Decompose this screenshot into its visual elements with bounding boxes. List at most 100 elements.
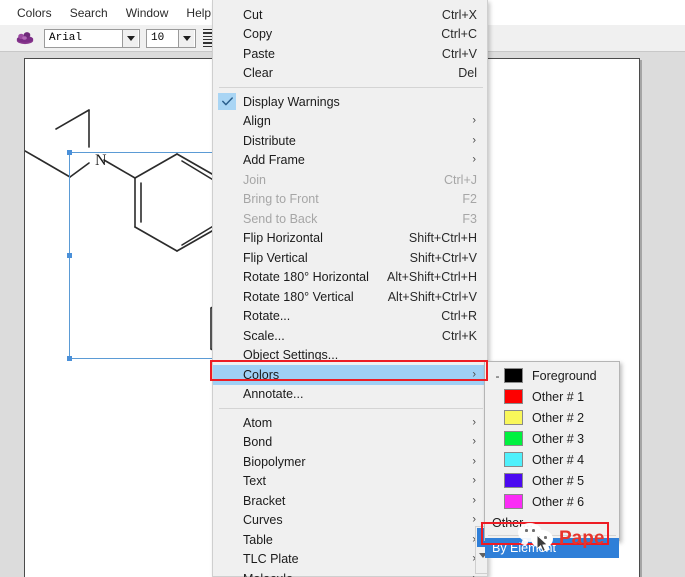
colors-submenu[interactable]: - Foreground Other # 1 Other # 2 Other #… [484, 361, 620, 558]
menu-item-label: Molecule [243, 572, 477, 577]
chevron-right-icon: › [472, 513, 476, 526]
color-item-other-1[interactable]: Other # 1 [485, 386, 619, 407]
menu-item-shortcut: Ctrl+V [441, 46, 477, 61]
chevron-right-icon: › [472, 114, 476, 127]
color-item-other-5[interactable]: Other # 5 [485, 470, 619, 491]
menu-item-label: Add Frame [243, 153, 305, 168]
menu-item-shortcut: Ctrl+X [441, 7, 477, 22]
color-item-other-custom[interactable]: Other... [485, 512, 619, 533]
menu-item-label: Flip Vertical [243, 250, 308, 265]
menu-item-table[interactable]: Table › [213, 530, 487, 550]
font-size-combobox[interactable]: 10 [146, 28, 196, 48]
menu-item-rotate[interactable]: Rotate... Ctrl+R [213, 307, 487, 327]
font-size-value: 10 [151, 32, 165, 44]
menu-item-align[interactable]: Align › [213, 112, 487, 132]
menubar-item-search[interactable]: Search [61, 4, 117, 22]
chevron-down-icon[interactable] [178, 29, 194, 47]
chevron-right-icon: › [472, 368, 476, 381]
color-item-other-3[interactable]: Other # 3 [485, 428, 619, 449]
application-window: Colors Search Window Help Arial 10 N Cut… [0, 0, 685, 577]
chevron-right-icon: › [472, 474, 476, 487]
color-swatch-other-2 [504, 410, 523, 425]
menu-item-label: Bond [243, 435, 273, 450]
menu-item-label: Rotate 180° Horizontal [243, 270, 369, 285]
menu-item-flip-vertical[interactable]: Flip Vertical Shift+Ctrl+V [213, 248, 487, 268]
color-swatch-other-5 [504, 473, 523, 488]
font-family-value: Arial [49, 32, 83, 44]
check-icon [218, 93, 236, 110]
context-menu[interactable]: Cut Ctrl+X Copy Ctrl+C Paste Ctrl+V Clea… [212, 0, 488, 577]
chevron-down-icon[interactable] [122, 29, 138, 47]
menu-item-label: Text [243, 474, 266, 489]
atom-label-n: N [95, 152, 107, 169]
chevron-right-icon: › [472, 153, 476, 166]
color-swatch-other-3 [504, 431, 523, 446]
menu-item-shortcut: Shift+Ctrl+H [408, 231, 477, 246]
menu-item-label: Distribute [243, 133, 296, 148]
menu-item-label: Bracket [243, 493, 286, 508]
menu-item-rotate-180-vertical[interactable]: Rotate 180° Vertical Alt+Shift+Ctrl+V [213, 287, 487, 307]
menu-item-text[interactable]: Text › [213, 472, 487, 492]
menu-item-label: Paste [243, 46, 275, 61]
color-item-label: By Element [492, 541, 556, 555]
menu-item-label: Join [243, 172, 266, 187]
menu-item-molecule[interactable]: Molecule › [213, 569, 487, 577]
menu-item-shortcut: F3 [462, 211, 477, 226]
menu-item-biopolymer[interactable]: Biopolymer › [213, 452, 487, 472]
menu-item-label: Curves [243, 513, 283, 528]
font-family-combobox[interactable]: Arial [44, 28, 140, 48]
menu-item-object-settings[interactable]: Object Settings... [213, 346, 487, 366]
menu-item-flip-horizontal[interactable]: Flip Horizontal Shift+Ctrl+H [213, 229, 487, 249]
menu-item-cut[interactable]: Cut Ctrl+X [213, 5, 487, 25]
color-item-by-element[interactable]: By Element [485, 538, 619, 558]
menu-item-scale[interactable]: Scale... Ctrl+K [213, 326, 487, 346]
color-item-label: Other # 3 [532, 431, 585, 446]
menu-item-bring-to-front: Bring to Front F2 [213, 190, 487, 210]
menu-item-paste[interactable]: Paste Ctrl+V [213, 44, 487, 64]
menu-item-rotate-180-horizontal[interactable]: Rotate 180° Horizontal Alt+Shift+Ctrl+H [213, 268, 487, 288]
menu-item-label: Align [243, 114, 271, 129]
menu-item-copy[interactable]: Copy Ctrl+C [213, 25, 487, 45]
menu-item-add-frame[interactable]: Add Frame › [213, 151, 487, 171]
menu-item-label: Bring to Front [243, 192, 319, 207]
menu-item-shortcut: F2 [462, 192, 477, 207]
color-swatch-other-4 [504, 452, 523, 467]
color-swatch-foreground [504, 368, 523, 383]
menu-item-colors[interactable]: Colors › [213, 365, 487, 385]
menu-item-bond[interactable]: Bond › [213, 433, 487, 453]
menu-item-label: Rotate 180° Vertical [243, 289, 354, 304]
menu-item-shortcut: Ctrl+K [441, 328, 477, 343]
color-item-other-6[interactable]: Other # 6 [485, 491, 619, 512]
color-item-label: Other # 5 [532, 473, 585, 488]
color-item-label: Other # 4 [532, 452, 585, 467]
menu-item-label: Cut [243, 7, 263, 22]
menu-item-label: Display Warnings [243, 94, 340, 109]
menu-item-distribute[interactable]: Distribute › [213, 131, 487, 151]
menubar-item-colors[interactable]: Colors [8, 4, 61, 22]
menu-item-label: Send to Back [243, 211, 318, 226]
color-swatch-other-6 [504, 494, 523, 509]
menu-item-tlc-plate[interactable]: TLC Plate › [213, 550, 487, 570]
menu-item-shortcut: Ctrl+R [441, 309, 477, 324]
menu-item-label: Flip Horizontal [243, 231, 323, 246]
color-item-other-2[interactable]: Other # 2 [485, 407, 619, 428]
menu-item-bracket[interactable]: Bracket › [213, 491, 487, 511]
menu-item-curves[interactable]: Curves › [213, 511, 487, 531]
menubar-item-window[interactable]: Window [117, 4, 178, 22]
menu-item-label: Table [243, 532, 273, 547]
palette-icon[interactable] [12, 27, 38, 49]
menu-separator [219, 87, 483, 88]
menu-item-display-warnings[interactable]: Display Warnings [213, 92, 487, 112]
color-item-other-4[interactable]: Other # 4 [485, 449, 619, 470]
menu-item-shortcut: Alt+Shift+Ctrl+H [387, 270, 477, 285]
menu-item-clear[interactable]: Clear Del [213, 64, 487, 84]
menu-item-shortcut: Alt+Shift+Ctrl+V [387, 289, 477, 304]
menu-item-atom[interactable]: Atom › [213, 413, 487, 433]
menu-separator [219, 408, 483, 409]
menu-item-label: Atom [243, 415, 273, 430]
chevron-right-icon: › [472, 435, 476, 448]
menu-item-label: Clear [243, 66, 273, 81]
menu-item-label: Biopolymer [243, 454, 306, 469]
color-item-foreground[interactable]: - Foreground [485, 365, 619, 386]
menu-item-annotate[interactable]: Annotate... [213, 385, 487, 405]
